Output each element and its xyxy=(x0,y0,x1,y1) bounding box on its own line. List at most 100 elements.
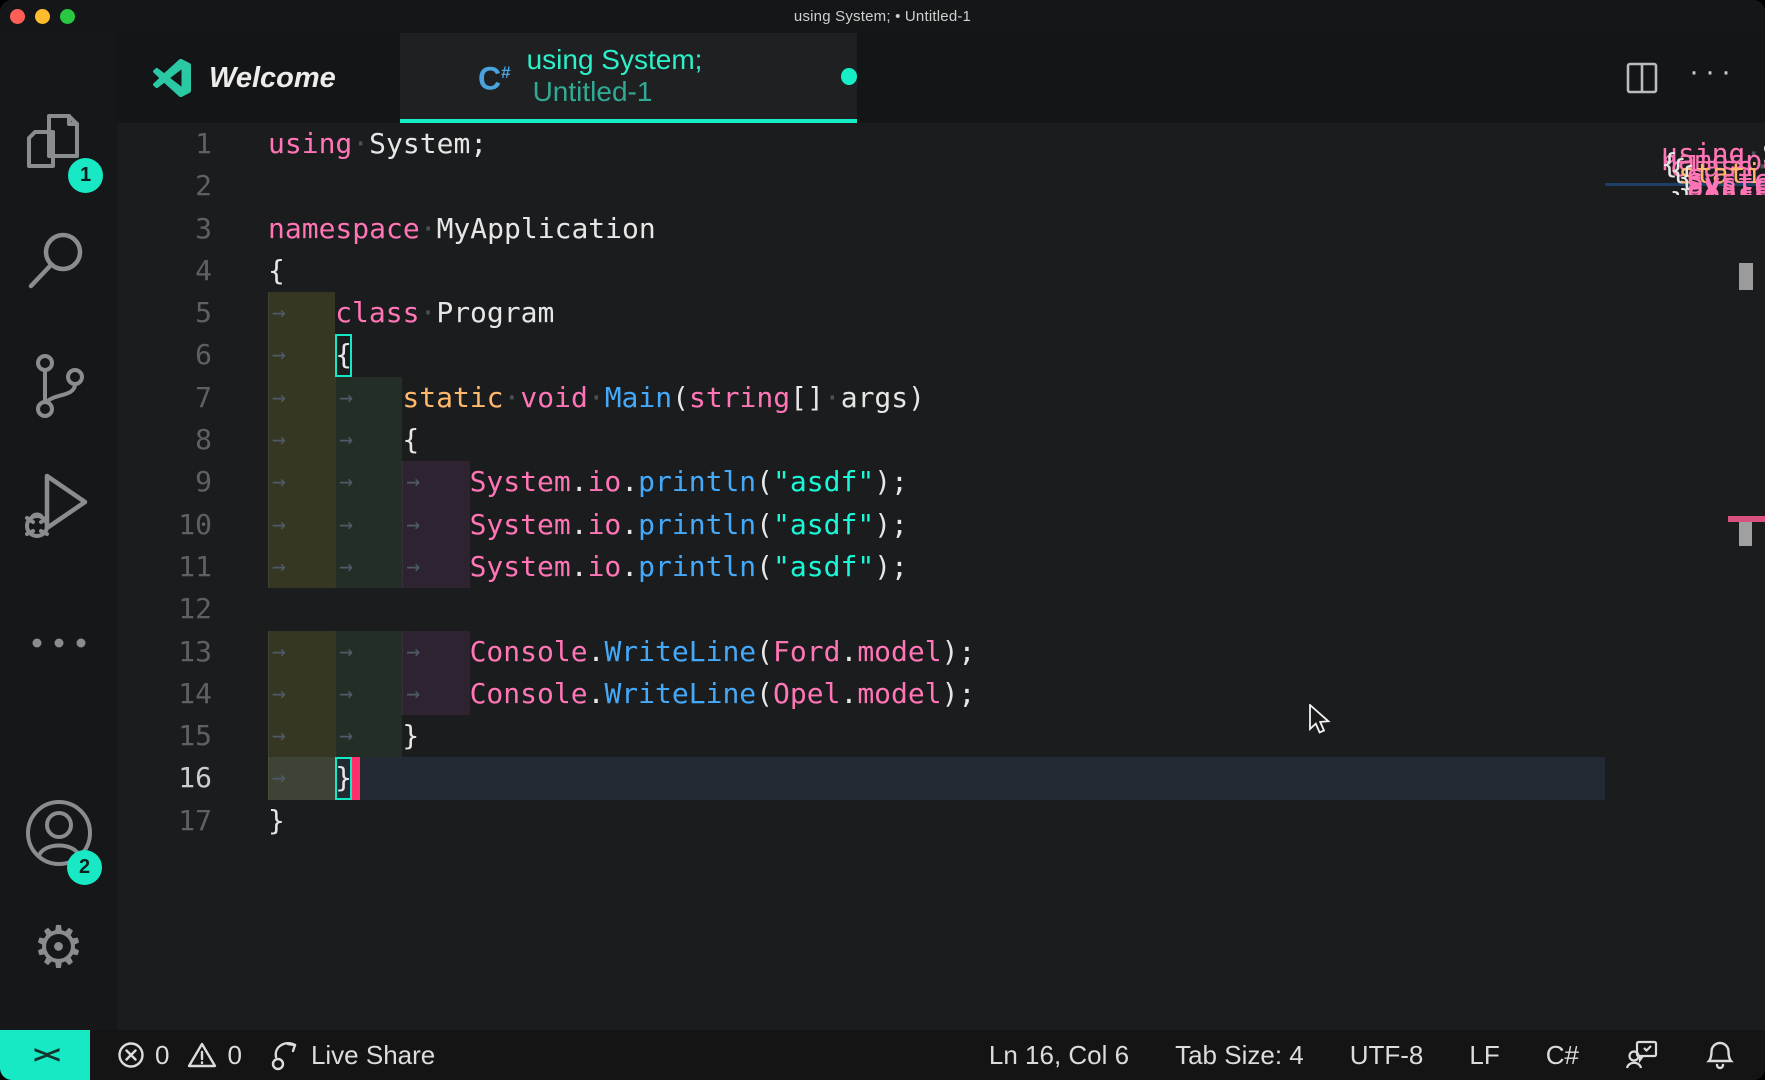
code-line-16[interactable]: 16→} xyxy=(117,757,1765,799)
code-token: . xyxy=(621,461,638,503)
tab-whitespace-arrow-icon: → xyxy=(268,419,335,461)
error-count: 0 xyxy=(155,1040,169,1071)
close-window-button[interactable] xyxy=(10,9,25,24)
line-number[interactable]: 15 xyxy=(117,715,212,757)
line-content: →→static·void·Main(string[]·args) xyxy=(268,377,925,419)
line-number[interactable]: 12 xyxy=(117,588,212,630)
line-number[interactable]: 5 xyxy=(117,292,212,334)
line-number[interactable]: 7 xyxy=(117,377,212,419)
line-number[interactable]: 17 xyxy=(117,800,212,842)
code-token: } xyxy=(268,800,285,842)
accounts-button[interactable]: 2 xyxy=(0,795,117,871)
line-number[interactable]: 1 xyxy=(117,123,212,165)
encoding-status[interactable]: UTF-8 xyxy=(1350,1040,1424,1071)
code-token: ( xyxy=(756,631,773,673)
editor-group: Welcome C# using System; Untitled-1 ··· … xyxy=(117,33,1765,1030)
code-line-7[interactable]: 7 →→static·void·Main(string[]·args) xyxy=(117,377,1765,419)
code-token: ) xyxy=(908,377,925,419)
warning-count: 0 xyxy=(227,1040,241,1071)
search-icon xyxy=(23,226,95,298)
eol-status[interactable]: LF xyxy=(1469,1040,1499,1071)
language-mode-status[interactable]: C# xyxy=(1546,1040,1579,1071)
tab-whitespace-arrow-icon: → xyxy=(335,631,402,673)
code-line-13[interactable]: 13→→→Console.WriteLine(Ford.model); xyxy=(117,631,1765,673)
cursor-position-status[interactable]: Ln 16, Col 6 xyxy=(989,1040,1129,1071)
line-number[interactable]: 13 xyxy=(117,631,212,673)
code-line-5[interactable]: 5→class·Program xyxy=(117,292,1765,334)
code-line-1[interactable]: 1using·System; xyxy=(117,123,1765,165)
code-line-2[interactable]: 2 xyxy=(117,165,1765,207)
status-bar: >< 0 0 Live Share Ln 16 xyxy=(0,1030,1765,1080)
bell-icon[interactable] xyxy=(1705,1039,1735,1071)
run-debug-button[interactable] xyxy=(0,468,117,544)
tab-whitespace-arrow-icon: → xyxy=(1670,166,1679,169)
code-line-11[interactable]: 11→→→System.io.println("asdf"); xyxy=(117,546,1765,588)
code-token: using xyxy=(1661,133,1745,136)
line-number[interactable]: 2 xyxy=(117,165,212,207)
code-token: { xyxy=(268,250,285,292)
code-line-14[interactable]: 14→→→Console.WriteLine(Opel.model); xyxy=(117,673,1765,715)
code-token: [] xyxy=(790,377,824,419)
line-number[interactable]: 3 xyxy=(117,208,212,250)
code-token: WriteLine xyxy=(604,631,756,673)
code-line-12[interactable]: 12 xyxy=(117,588,1765,630)
code-token: Console xyxy=(1687,176,1765,179)
line-number[interactable]: 9 xyxy=(117,461,212,503)
zoom-window-button[interactable] xyxy=(60,9,75,24)
line-number[interactable]: 8 xyxy=(117,419,212,461)
live-share-button[interactable]: Live Share xyxy=(268,1038,435,1072)
minimap[interactable]: using·System;namespace·MyApplication{→cl… xyxy=(1605,133,1765,195)
line-number[interactable]: 6 xyxy=(117,334,212,376)
code-line-17[interactable]: 17} xyxy=(117,800,1765,842)
minimize-window-button[interactable] xyxy=(35,9,50,24)
code-editor[interactable]: 1using·System;23namespace·MyApplication4… xyxy=(117,123,1765,1030)
code-token: Console xyxy=(470,631,588,673)
code-line-8[interactable]: 8→→{ xyxy=(117,419,1765,461)
code-token: "asdf" xyxy=(773,461,874,503)
line-number[interactable]: 10 xyxy=(117,504,212,546)
text-cursor xyxy=(352,757,360,799)
line-content: →→→System.io.println("asdf"); xyxy=(268,461,908,503)
split-editor-icon[interactable] xyxy=(1625,61,1659,95)
problems-status[interactable]: 0 0 xyxy=(116,1040,242,1071)
tab-whitespace-arrow-icon: → xyxy=(335,377,402,419)
tab-whitespace-arrow-icon: → xyxy=(335,461,402,503)
code-token: . xyxy=(588,673,605,715)
tab-whitespace-arrow-icon: → xyxy=(268,631,335,673)
code-token: } xyxy=(1661,186,1678,189)
title-bar: using System; • Untitled-1 xyxy=(0,0,1765,33)
line-number[interactable]: 11 xyxy=(117,546,212,588)
line-content: namespace·MyApplication xyxy=(268,208,656,250)
code-line-3[interactable]: 3 namespace·MyApplication xyxy=(117,208,1765,250)
tab-using-system[interactable]: C# using System; Untitled-1 xyxy=(400,33,857,123)
tab-welcome[interactable]: Welcome xyxy=(117,33,400,123)
remote-indicator-button[interactable]: >< xyxy=(0,1030,90,1080)
code-line-6[interactable]: 6→{ xyxy=(117,334,1765,376)
tab-whitespace-arrow-icon: → xyxy=(335,673,402,715)
search-button[interactable] xyxy=(0,226,117,298)
settings-button[interactable]: ⚙ xyxy=(0,918,117,976)
line-number[interactable]: 14 xyxy=(117,673,212,715)
unsaved-changes-dot[interactable] xyxy=(841,68,857,85)
code-line-4[interactable]: 4{ xyxy=(117,250,1765,292)
code-token: . xyxy=(840,631,857,673)
code-token: ); xyxy=(874,546,908,588)
feedback-icon[interactable] xyxy=(1625,1039,1659,1071)
accounts-badge: 2 xyxy=(67,850,102,885)
code-line-15[interactable]: 15→→} xyxy=(117,715,1765,757)
more-actions-icon[interactable]: ··· xyxy=(1689,62,1737,94)
code-line-9[interactable]: 9 →→→System.io.println("asdf"); xyxy=(117,461,1765,503)
code-token: ); xyxy=(942,673,976,715)
tab-size-status[interactable]: Tab Size: 4 xyxy=(1175,1040,1304,1071)
code-token: io xyxy=(588,504,622,546)
code-token: ( xyxy=(756,546,773,588)
line-number[interactable]: 4 xyxy=(117,250,212,292)
tab-subtitle: Untitled-1 xyxy=(533,76,653,107)
code-line-10[interactable]: 10→→→System.io.println("asdf"); xyxy=(117,504,1765,546)
source-control-button[interactable] xyxy=(0,351,117,423)
more-views-button[interactable] xyxy=(0,628,117,658)
line-number[interactable]: 16 xyxy=(117,757,212,799)
code-token: ); xyxy=(874,504,908,546)
explorer-button[interactable]: 1 xyxy=(0,106,117,178)
code-token: System xyxy=(470,504,571,546)
